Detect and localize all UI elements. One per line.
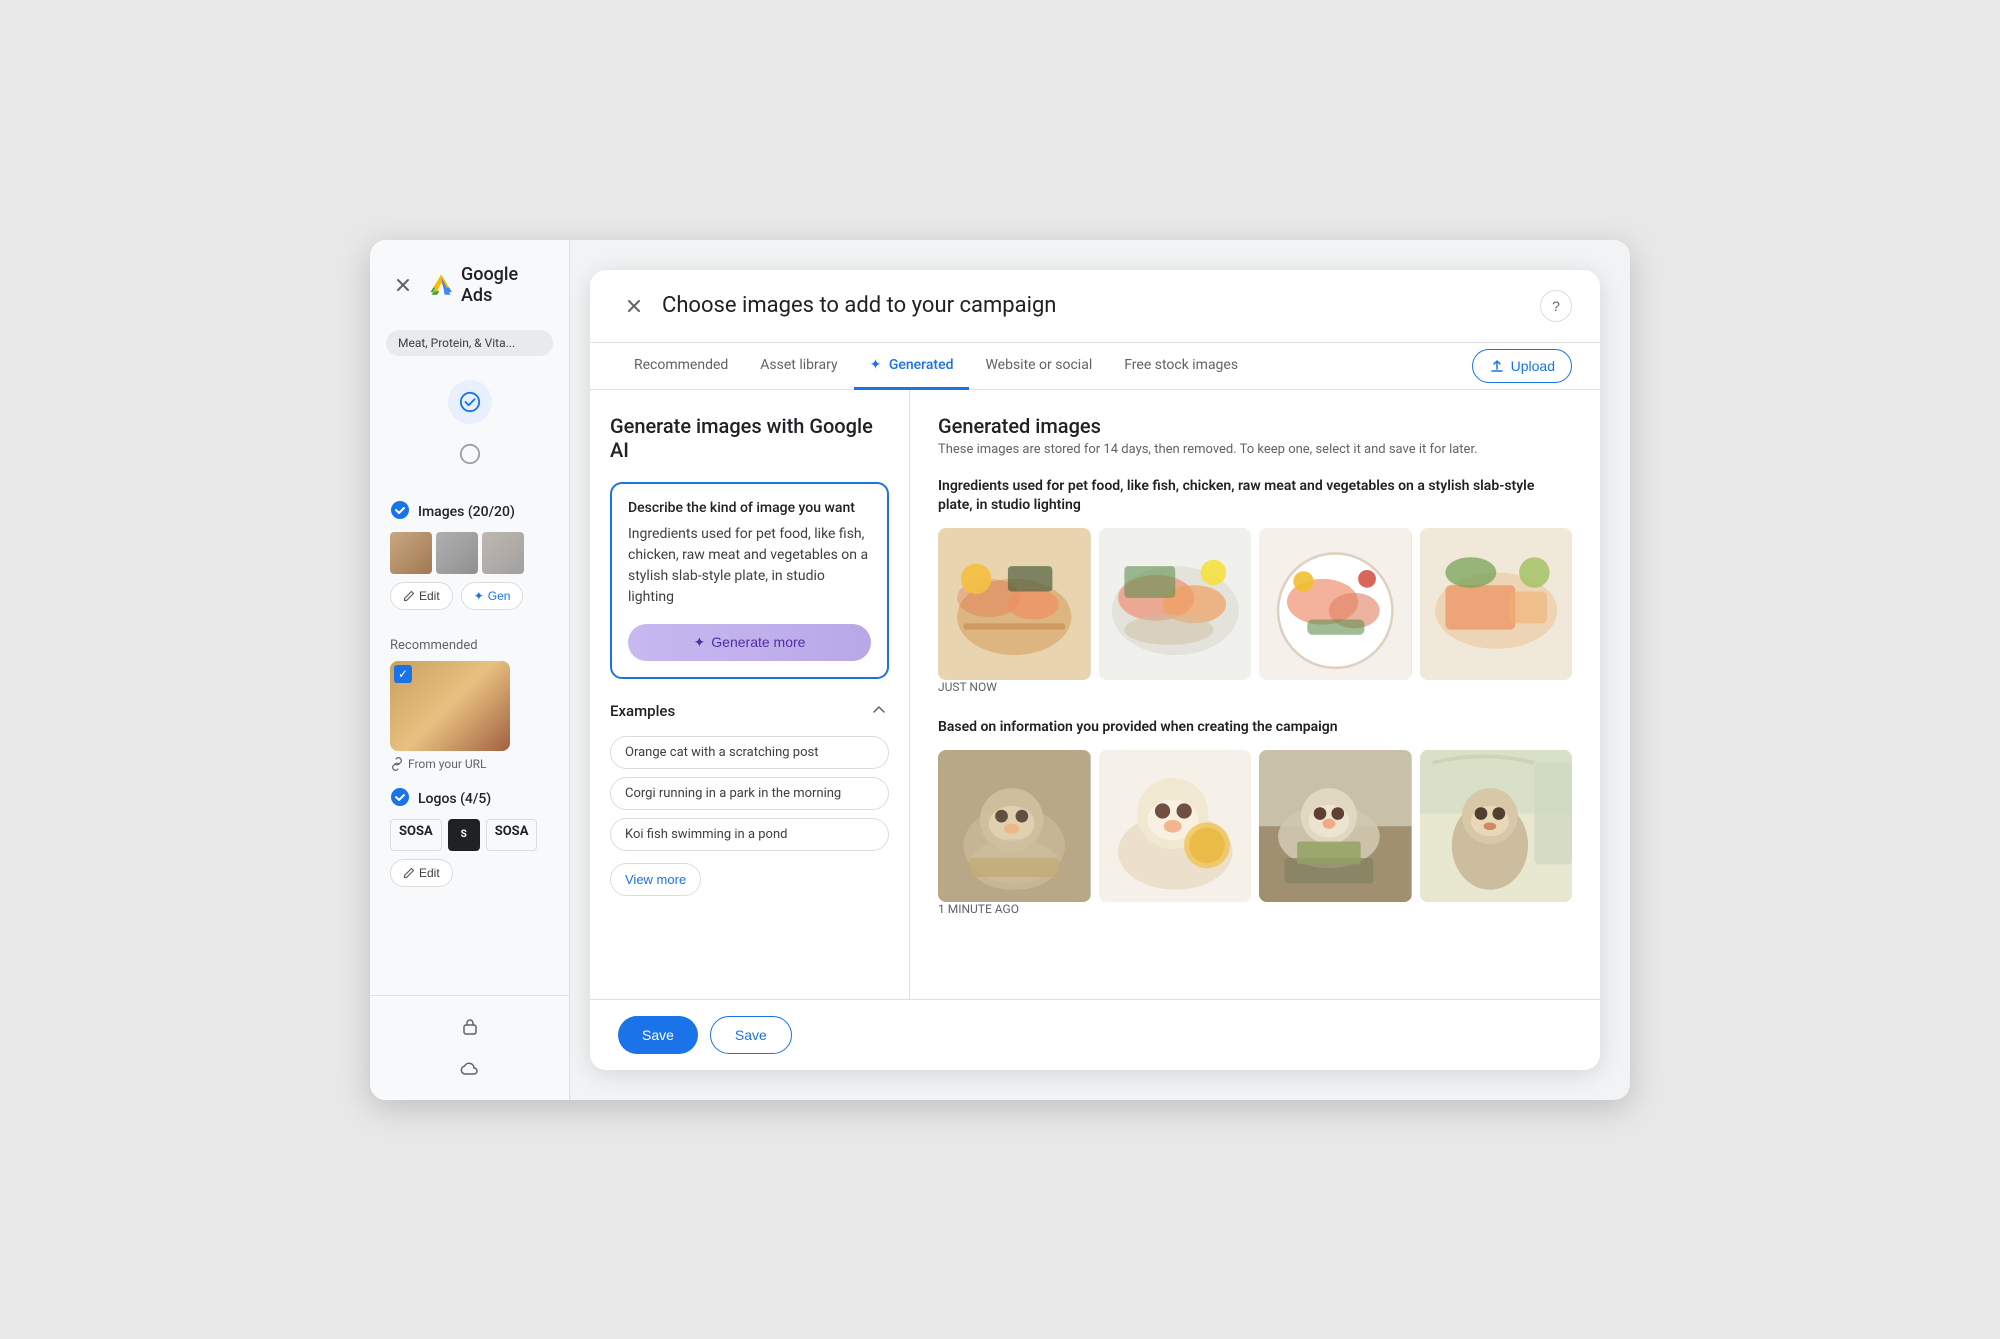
generated-section-one-min: Based on information you provided when c… bbox=[938, 718, 1572, 916]
generate-textarea-wrapper: Describe the kind of image you want Ingr… bbox=[610, 482, 889, 679]
generated-section-label-2: Based on information you provided when c… bbox=[938, 718, 1572, 738]
image-thumb-3 bbox=[482, 532, 524, 574]
sidebar-check-icon-active[interactable] bbox=[448, 380, 492, 424]
sidebar-bottom-icons bbox=[370, 995, 569, 1100]
link-icon bbox=[390, 757, 404, 771]
logos-count-row: Logos (4/5) bbox=[390, 787, 549, 811]
generated-section-just-now: Ingredients used for pet food, like fish… bbox=[938, 477, 1572, 695]
tab-asset-library[interactable]: Asset library bbox=[744, 343, 853, 390]
google-ads-app-name: Google Ads bbox=[461, 264, 549, 306]
tab-recommended[interactable]: Recommended bbox=[618, 343, 744, 390]
logos-check-icon bbox=[390, 787, 410, 811]
tab-generated[interactable]: ✦ Generated bbox=[854, 343, 970, 390]
modal-body: Generate images with Google AI Describe … bbox=[590, 390, 1600, 999]
generate-more-button[interactable]: ✦ Generate more bbox=[628, 624, 871, 661]
sidebar-images-section: Images (20/20) Edit ✦ bbox=[370, 488, 569, 630]
tab-free-stock[interactable]: Free stock images bbox=[1108, 343, 1254, 390]
images-count-row: Images (20/20) bbox=[390, 500, 549, 524]
generated-image-3[interactable] bbox=[1259, 528, 1412, 681]
modal-tabs: Recommended Asset library ✦ Generated We… bbox=[590, 343, 1600, 390]
images-action-buttons: Edit ✦ Gen bbox=[390, 582, 549, 610]
view-more-button[interactable]: View more bbox=[610, 863, 701, 896]
sidebar-recommended-checkbox: ✓ bbox=[394, 665, 412, 683]
modal-title: Choose images to add to your campaign bbox=[662, 293, 1540, 318]
generated-subtitle: These images are stored for 14 days, the… bbox=[938, 442, 1572, 457]
logo-item-sosa: SOSA bbox=[390, 819, 442, 851]
modal: Choose images to add to your campaign ? … bbox=[590, 270, 1600, 1070]
logos-action-buttons: Edit bbox=[390, 859, 549, 887]
image-thumb-2 bbox=[436, 532, 478, 574]
sidebar-recommended-image: ✓ bbox=[390, 661, 510, 751]
sidebar-tag: Meat, Protein, & Vita... bbox=[386, 330, 553, 356]
tab-website-social[interactable]: Website or social bbox=[969, 343, 1108, 390]
sidebar-icon-row bbox=[370, 368, 569, 488]
generated-images-title: Generated images bbox=[938, 414, 1572, 438]
logo-items: SOSA S SOSA bbox=[390, 819, 549, 851]
sidebar-logos-section: Logos (4/5) SOSA S SOSA Edit bbox=[370, 779, 569, 907]
example-chip-3[interactable]: Koi fish swimming in a pond bbox=[610, 818, 889, 851]
google-ads-logo: Google Ads bbox=[427, 264, 549, 306]
generated-image-1[interactable] bbox=[938, 528, 1091, 681]
logo-item-dark: S bbox=[448, 819, 480, 851]
generate-title: Generate images with Google AI bbox=[610, 414, 889, 462]
modal-footer: Save Save bbox=[590, 999, 1600, 1070]
generated-image-6[interactable] bbox=[1099, 750, 1252, 903]
logos-count-label: Logos (4/5) bbox=[418, 791, 491, 807]
example-chip-1[interactable]: Orange cat with a scratching post bbox=[610, 736, 889, 769]
sidebar-from-url: From your URL bbox=[390, 757, 549, 771]
lock-icon bbox=[460, 1016, 480, 1036]
generate-textarea-label: Describe the kind of image you want bbox=[628, 500, 871, 516]
images-edit-button[interactable]: Edit bbox=[390, 582, 453, 610]
examples-header: Examples bbox=[610, 699, 889, 724]
generate-sparkle-icon: ✦ bbox=[694, 634, 706, 651]
modal-close-button[interactable] bbox=[618, 290, 650, 322]
examples-title: Examples bbox=[610, 702, 675, 720]
sidebar-lock-icon[interactable] bbox=[452, 1008, 488, 1044]
save-button-2[interactable]: Save bbox=[710, 1016, 792, 1054]
generated-image-2[interactable] bbox=[1099, 528, 1252, 681]
logos-edit-button[interactable]: Edit bbox=[390, 859, 453, 887]
image-thumb-1 bbox=[390, 532, 432, 574]
sidebar-recommended-section: Recommended ✓ From your URL bbox=[370, 630, 569, 779]
main-content: Choose images to add to your campaign ? … bbox=[570, 240, 1630, 1100]
generated-tab-icon: ✦ bbox=[870, 357, 882, 373]
generated-panel: Generated images These images are stored… bbox=[910, 390, 1600, 999]
generated-images-grid-2 bbox=[938, 750, 1572, 903]
logo-item-sosa2: SOSA bbox=[486, 819, 538, 851]
sidebar-close-button[interactable] bbox=[390, 271, 417, 299]
google-ads-triangle-icon bbox=[427, 270, 455, 300]
sidebar-recommended-label: Recommended bbox=[390, 638, 549, 653]
save-button-1[interactable]: Save bbox=[618, 1016, 698, 1054]
images-generate-button[interactable]: ✦ Gen bbox=[461, 582, 524, 610]
generate-textarea[interactable]: Ingredients used for pet food, like fish… bbox=[628, 524, 871, 608]
sidebar-header: Google Ads bbox=[370, 240, 569, 326]
sidebar-circle-icon[interactable] bbox=[448, 432, 492, 476]
images-check-icon bbox=[390, 500, 410, 524]
generated-image-4[interactable] bbox=[1420, 528, 1573, 681]
generated-image-5[interactable] bbox=[938, 750, 1091, 903]
example-chip-2[interactable]: Corgi running in a park in the morning bbox=[610, 777, 889, 810]
upload-icon bbox=[1489, 358, 1505, 374]
examples-section: Examples Orange cat with a scratching po… bbox=[610, 699, 889, 896]
generate-panel: Generate images with Google AI Describe … bbox=[590, 390, 910, 999]
image-thumbnails bbox=[390, 532, 549, 574]
generated-images-grid-1 bbox=[938, 528, 1572, 681]
images-count-label: Images (20/20) bbox=[418, 504, 515, 520]
cloud-icon bbox=[460, 1060, 480, 1080]
sidebar: Google Ads Meat, Protein, & Vita... bbox=[370, 240, 570, 1100]
modal-help-button[interactable]: ? bbox=[1540, 290, 1572, 322]
generated-section-label-1: Ingredients used for pet food, like fish… bbox=[938, 477, 1572, 516]
examples-chevron-icon bbox=[869, 699, 889, 724]
upload-button[interactable]: Upload bbox=[1472, 349, 1572, 383]
generated-image-8[interactable] bbox=[1420, 750, 1573, 903]
sidebar-cloud-icon[interactable] bbox=[452, 1052, 488, 1088]
modal-header: Choose images to add to your campaign ? bbox=[590, 270, 1600, 343]
generated-timestamp-1: JUST NOW bbox=[938, 680, 1572, 694]
generated-image-7[interactable] bbox=[1259, 750, 1412, 903]
generated-timestamp-2: 1 MINUTE AGO bbox=[938, 902, 1572, 916]
